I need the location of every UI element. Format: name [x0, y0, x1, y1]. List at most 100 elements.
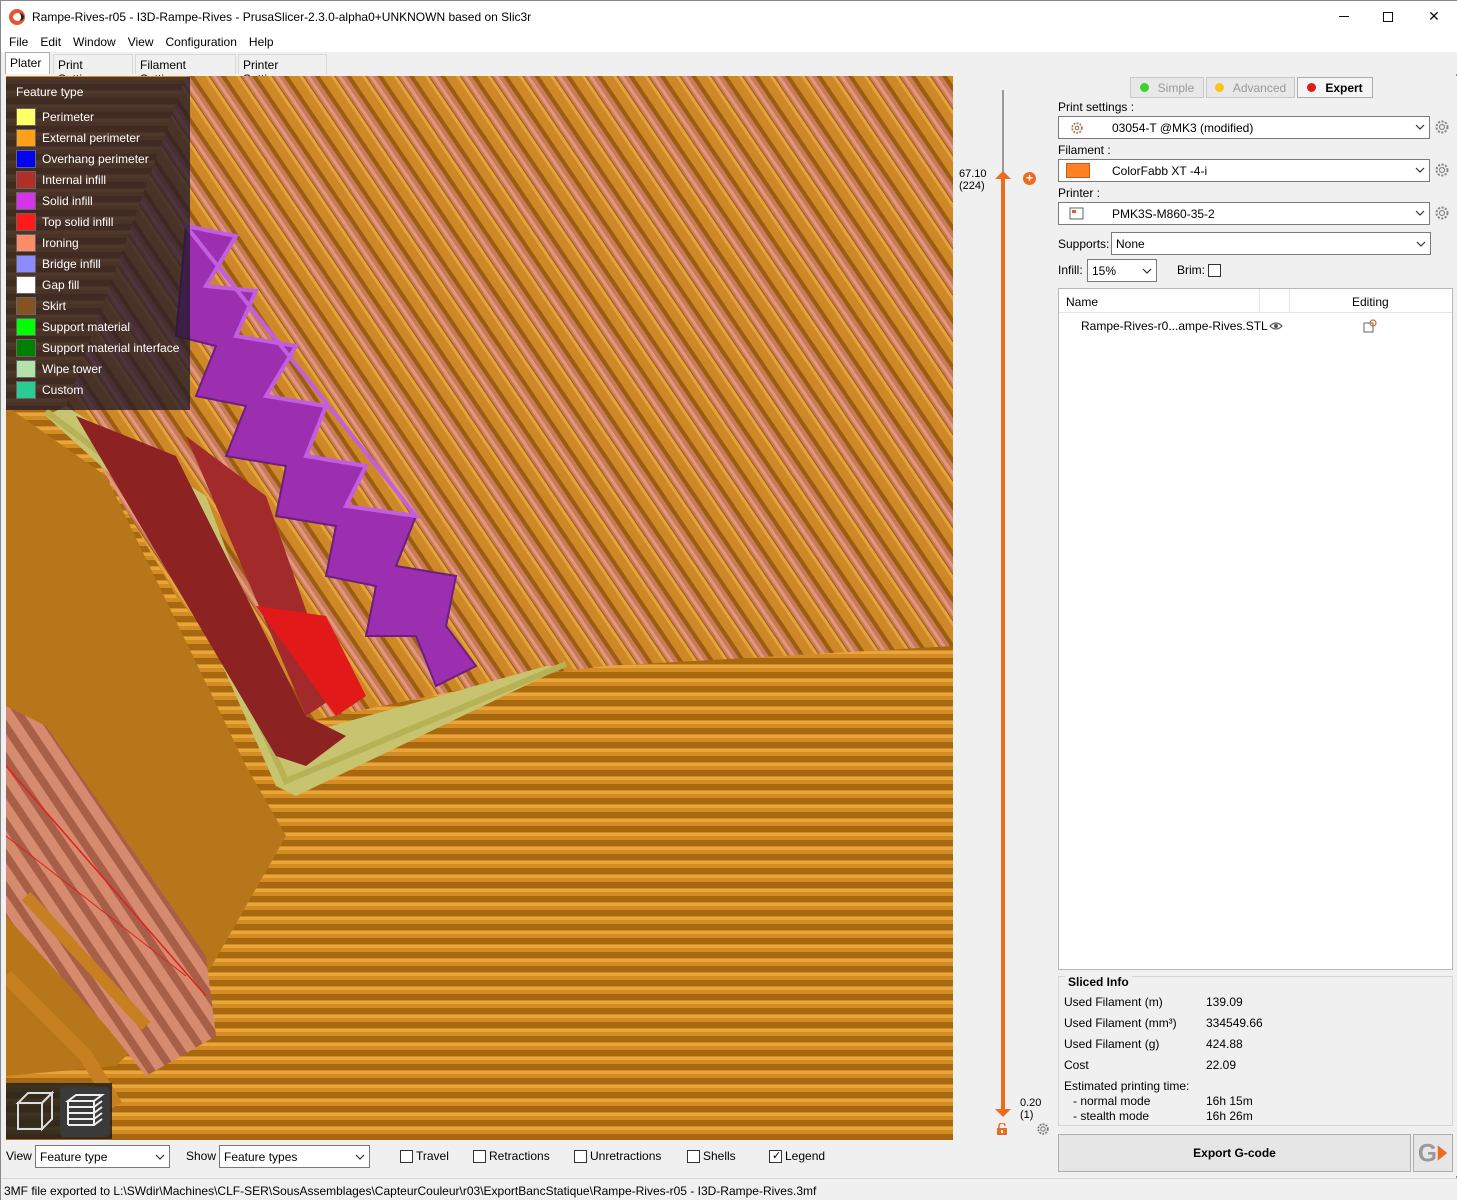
used-filament-g-value: 424.88	[1206, 1037, 1243, 1051]
menu-window[interactable]: Window	[67, 35, 122, 49]
print-settings-edit-cog-icon[interactable]	[1434, 119, 1450, 135]
minimize-button[interactable]	[1321, 1, 1367, 32]
menu-configuration[interactable]: Configuration	[160, 35, 243, 49]
add-color-change-icon[interactable]: +	[1023, 172, 1036, 185]
printer-icon	[1069, 207, 1084, 220]
sliced-info-title: Sliced Info	[1065, 975, 1132, 989]
layers-view-icon[interactable]	[60, 1087, 110, 1137]
object-list-header: Name Editing	[1059, 289, 1452, 313]
preview-toolbar: View Feature type Show Feature types Tra…	[1, 1141, 1053, 1176]
legend-item: Top solid infill	[16, 211, 180, 232]
column-name[interactable]: Name	[1066, 295, 1098, 309]
legend-color-swatch	[16, 275, 36, 294]
unretractions-checkbox[interactable]	[574, 1150, 587, 1163]
retractions-checkbox[interactable]	[473, 1150, 486, 1163]
print-settings-label: Print settings :	[1058, 100, 1135, 114]
used-filament-m-value: 139.09	[1206, 995, 1243, 1009]
supports-value: None	[1116, 237, 1145, 251]
menu-view[interactable]: View	[122, 35, 160, 49]
retractions-label[interactable]: Retractions	[489, 1149, 550, 1163]
tab-bar: Plater Print Settings Filament Settings …	[1, 52, 1457, 86]
column-separator	[1289, 289, 1290, 313]
maximize-button[interactable]	[1365, 1, 1411, 32]
used-filament-m-label: Used Filament (m)	[1064, 995, 1163, 1009]
infill-combo[interactable]: 15%	[1087, 259, 1157, 282]
minimize-icon	[1339, 16, 1349, 17]
legend-color-swatch	[16, 359, 36, 378]
menu-file[interactable]: File	[3, 35, 34, 49]
legend-label[interactable]: Legend	[785, 1149, 825, 1163]
legend-label: Custom	[42, 382, 84, 397]
3d-view-icon[interactable]	[12, 1089, 58, 1135]
mode-expert-button[interactable]: Expert	[1297, 77, 1373, 98]
tab-plater[interactable]: Plater	[5, 52, 50, 74]
brim-checkbox[interactable]	[1208, 264, 1221, 277]
layer-slider[interactable]: 67.10 (224) + 0.20 (1)	[953, 76, 1053, 1140]
filament-edit-cog-icon[interactable]	[1434, 162, 1450, 178]
eye-icon[interactable]	[1269, 320, 1283, 332]
print-settings-combo[interactable]: 03054-T @MK3 (modified)	[1058, 116, 1430, 139]
send-to-printer-button[interactable]: G	[1413, 1134, 1453, 1172]
simple-mode-dot-icon	[1139, 83, 1149, 92]
checkmark-icon: ✓	[772, 1150, 782, 1162]
tab-filament-settings[interactable]: Filament Settings	[135, 54, 236, 86]
chevron-down-icon	[1142, 268, 1152, 274]
legend-color-swatch	[16, 233, 36, 252]
upper-thumb[interactable]	[995, 171, 1011, 179]
lower-thumb[interactable]	[995, 1109, 1011, 1117]
window-title: Rampe-Rives-r05 - I3D-Rampe-Rives - Prus…	[32, 9, 532, 24]
legend-item: Gap fill	[16, 274, 180, 295]
unretractions-label[interactable]: Unretractions	[590, 1149, 661, 1163]
cog-icon[interactable]	[1036, 1122, 1050, 1136]
mode-switcher: Simple Advanced Expert	[1130, 77, 1373, 98]
legend-label: Overhang perimeter	[42, 151, 149, 166]
chevron-down-icon	[155, 1154, 165, 1160]
menu-help[interactable]: Help	[243, 35, 280, 49]
legend-item: Wipe tower	[16, 358, 180, 379]
edit-settings-icon[interactable]	[1363, 319, 1377, 333]
view-type-value: Feature type	[40, 1150, 108, 1164]
menu-bar: File Edit Window View Configuration Help	[1, 32, 1457, 52]
bottom-layer-number: (1)	[1020, 1109, 1034, 1121]
printer-combo[interactable]: PMK3S-M860-35-2	[1058, 202, 1430, 225]
show-features-combo[interactable]: Feature types	[219, 1145, 370, 1168]
shells-label[interactable]: Shells	[703, 1149, 736, 1163]
printer-edit-cog-icon[interactable]	[1434, 205, 1450, 221]
mode-advanced-button[interactable]: Advanced	[1206, 77, 1295, 98]
legend-color-swatch	[16, 128, 36, 147]
legend-color-swatch	[16, 170, 36, 189]
close-button[interactable]: ✕	[1411, 1, 1457, 32]
legend-color-swatch	[16, 107, 36, 126]
menu-edit[interactable]: Edit	[34, 35, 67, 49]
shells-checkbox[interactable]	[687, 1150, 700, 1163]
legend-checkbox[interactable]: ✓	[769, 1150, 782, 1163]
legend-item: External perimeter	[16, 127, 180, 148]
normal-mode-label: - normal mode	[1073, 1094, 1151, 1108]
export-gcode-button[interactable]: Export G-code	[1058, 1134, 1411, 1172]
tab-printer-settings[interactable]: Printer Settings	[238, 54, 327, 86]
legend-color-swatch	[16, 212, 36, 231]
chevron-down-icon	[1415, 210, 1425, 216]
object-name[interactable]: Rampe-Rives-r0...ampe-Rives.STL	[1081, 319, 1268, 333]
status-bar: 3MF file exported to L:\SWdir\Machines\C…	[1, 1178, 1457, 1200]
prusaslicer-window: Rampe-Rives-r05 - I3D-Rampe-Rives - Prus…	[0, 0, 1457, 1200]
object-list[interactable]: Name Editing Rampe-Rives-r0...ampe-Rives…	[1058, 288, 1453, 970]
object-row[interactable]: Rampe-Rives-r0...ampe-Rives.STL	[1059, 317, 1452, 337]
travel-label[interactable]: Travel	[416, 1149, 449, 1163]
chevron-down-icon	[355, 1154, 365, 1160]
legend-label: Perimeter	[42, 109, 95, 124]
travel-checkbox[interactable]	[400, 1150, 413, 1163]
mode-expert-label: Expert	[1325, 80, 1363, 95]
view-type-combo[interactable]: Feature type	[35, 1145, 170, 1168]
unlock-icon[interactable]	[996, 1123, 1008, 1135]
column-editing[interactable]: Editing	[1352, 295, 1389, 309]
mode-simple-button[interactable]: Simple	[1130, 77, 1204, 98]
legend-item: Bridge infill	[16, 253, 180, 274]
supports-combo[interactable]: None	[1111, 232, 1431, 255]
filament-label: Filament :	[1058, 143, 1111, 157]
legend-label: Skirt	[42, 298, 66, 313]
tab-print-settings[interactable]: Print Settings	[53, 54, 133, 86]
printer-label: Printer :	[1058, 186, 1101, 200]
legend-item: Support material interface	[16, 337, 180, 358]
filament-combo[interactable]: ColorFabb XT -4-i	[1058, 159, 1430, 182]
